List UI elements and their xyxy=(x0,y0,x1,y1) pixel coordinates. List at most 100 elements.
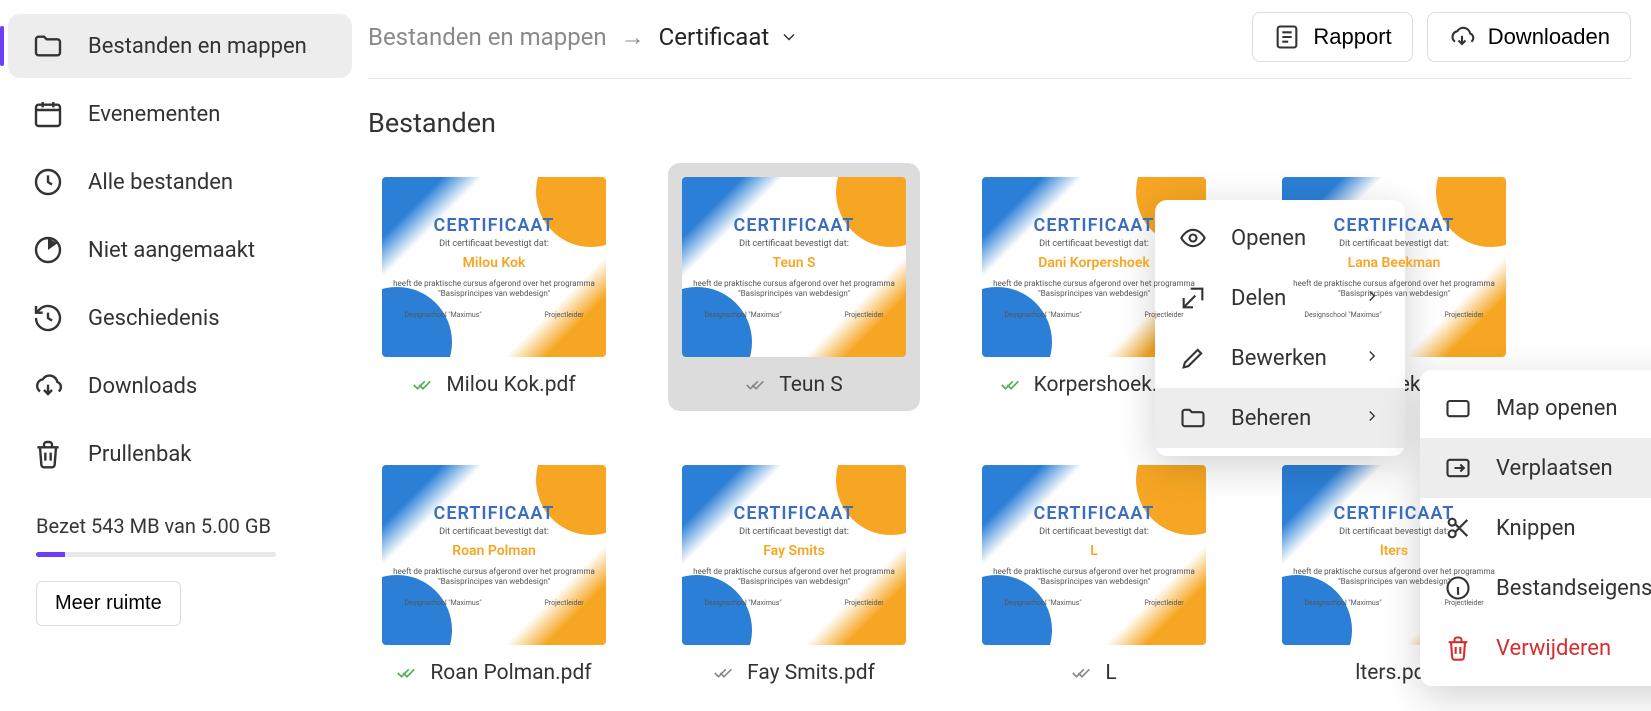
thumb-desc: heeft de praktische cursus afgerond over… xyxy=(1293,567,1495,586)
thumb-foot: Designschool "Maximus"Projectleider xyxy=(1004,599,1183,607)
thumb-desc: heeft de praktische cursus afgerond over… xyxy=(1293,279,1495,298)
sidebar-item-trash[interactable]: Prullenbak xyxy=(8,422,352,486)
thumb-sub: Dit certificaat bevestigt dat: xyxy=(1039,239,1149,249)
sidebar-item-label: Bestanden en mappen xyxy=(88,34,307,59)
context-menu-item-knippen[interactable]: Knippen xyxy=(1420,498,1651,558)
thumb-desc: heeft de praktische cursus afgerond over… xyxy=(393,279,595,298)
thumb-foot: Designschool "Maximus"Projectleider xyxy=(404,599,583,607)
context-menu-item-map-openen[interactable]: Map openen xyxy=(1420,378,1651,438)
breadcrumb-current[interactable]: Certificaat xyxy=(659,23,800,51)
context-menu-label: Openen xyxy=(1231,226,1306,251)
file-card[interactable]: CERTIFICAATDit certificaat bevestigt dat… xyxy=(368,163,620,411)
file-thumbnail: CERTIFICAATDit certificaat bevestigt dat… xyxy=(982,465,1206,645)
eye-icon xyxy=(1179,224,1207,252)
file-card[interactable]: CERTIFICAAT Dit certificaat bevestigt dat… xyxy=(668,451,920,699)
file-name: Teun S xyxy=(779,373,843,397)
check-double-icon xyxy=(1000,374,1022,396)
clock-icon xyxy=(32,166,64,198)
sidebar: Bestanden en mappen Evenementen Alle bes… xyxy=(0,0,360,711)
thumb-title: CERTIFICAAT xyxy=(434,503,555,524)
context-menu-item-bewerken[interactable]: Bewerken xyxy=(1155,328,1405,388)
thumb-foot: Designschool "Maximus"Projectleider xyxy=(704,311,883,319)
sidebar-item-label: Downloads xyxy=(88,374,197,399)
main-area: Bestanden en mappen → Certificaat Rappor… xyxy=(360,0,1651,711)
file-card[interactable]: CERTIFICAATDit certificaat bevestigt dat… xyxy=(668,163,920,411)
file-card[interactable]: CERTIFICAAT Dit certificaat bevestigt dat… xyxy=(368,451,620,699)
context-menu-item-verwijderen[interactable]: Verwijderen xyxy=(1420,618,1651,678)
thumb-desc: heeft de praktische cursus afgerond over… xyxy=(993,279,1195,298)
file-thumbnail: CERTIFICAATDit certificaat bevestigt dat… xyxy=(382,177,606,357)
thumb-sub: Dit certificaat bevestigt dat: xyxy=(1339,527,1449,537)
thumb-title: CERTIFICAAT xyxy=(1034,215,1155,236)
download-cloud-icon xyxy=(32,370,64,402)
context-menu-label: Knippen xyxy=(1496,516,1576,541)
breadcrumb-root[interactable]: Bestanden en mappen xyxy=(368,23,607,51)
check-double-icon xyxy=(713,662,735,684)
pencil-icon xyxy=(1179,344,1207,372)
context-submenu: Map openenVerplaatsenKnippenBestandseige… xyxy=(1420,370,1651,686)
storage-indicator: Bezet 543 MB van 5.00 GB xyxy=(36,514,336,557)
chevron-right-icon xyxy=(1363,406,1381,431)
thumb-foot: Designschool "Maximus"Projectleider xyxy=(1304,599,1483,607)
thumb-person: Teun S xyxy=(772,255,815,271)
file-name: Roan Polman.pdf xyxy=(430,661,591,685)
file-label: Fay Smits.pdf xyxy=(682,661,906,685)
sidebar-item-files-folders[interactable]: Bestanden en mappen xyxy=(8,14,352,78)
download-icon xyxy=(1448,23,1476,51)
sidebar-item-downloads[interactable]: Downloads xyxy=(8,354,352,418)
file-name: Milou Kok.pdf xyxy=(446,373,575,397)
sidebar-item-label: Evenementen xyxy=(88,102,220,127)
file-thumbnail: CERTIFICAATDit certificaat bevestigt dat… xyxy=(682,177,906,357)
pie-icon xyxy=(32,234,64,266)
file-card[interactable]: CERTIFICAATDit certificaat bevestigt dat… xyxy=(968,451,1220,699)
thumb-desc: heeft de praktische cursus afgerond over… xyxy=(693,567,895,586)
breadcrumb: Bestanden en mappen → Certificaat xyxy=(368,23,799,52)
topbar: Bestanden en mappen → Certificaat Rappor… xyxy=(368,12,1631,79)
context-menu-item-verplaatsen[interactable]: Verplaatsen xyxy=(1420,438,1651,498)
thumb-desc: heeft de praktische cursus afgerond over… xyxy=(993,567,1195,586)
file-thumbnail: CERTIFICAAT Dit certificaat bevestigt dat… xyxy=(682,465,906,645)
context-menu-label: Verplaatsen xyxy=(1496,456,1613,481)
storage-text: Bezet 543 MB van 5.00 GB xyxy=(36,514,336,538)
thumb-sub: Dit certificaat bevestigt dat: xyxy=(1039,527,1149,537)
thumb-person: Milou Kok xyxy=(463,255,526,271)
report-icon xyxy=(1273,23,1301,51)
context-menu-item-beheren[interactable]: Beheren xyxy=(1155,388,1405,448)
file-label: Milou Kok.pdf xyxy=(382,373,606,397)
thumb-person: Fay Smits xyxy=(763,543,825,559)
trash-icon xyxy=(1444,634,1472,662)
folder-icon xyxy=(1179,404,1207,432)
chevron-right-icon xyxy=(1363,346,1381,371)
sidebar-item-events[interactable]: Evenementen xyxy=(8,82,352,146)
sidebar-item-not-created[interactable]: Niet aangemaakt xyxy=(8,218,352,282)
check-double-icon xyxy=(745,374,767,396)
context-menu-label: Bewerken xyxy=(1231,346,1327,371)
thumb-person: Dani Korpershoek xyxy=(1038,255,1150,271)
section-title: Bestanden xyxy=(368,107,1631,139)
storage-bar xyxy=(36,552,276,557)
file-name: Fay Smits.pdf xyxy=(747,661,875,685)
download-button[interactable]: Downloaden xyxy=(1427,12,1631,62)
thumb-desc: heeft de praktische cursus afgerond over… xyxy=(693,279,895,298)
more-space-button[interactable]: Meer ruimte xyxy=(36,581,181,626)
thumb-sub: Dit certificaat bevestigt dat: xyxy=(439,239,549,249)
thumb-sub: Dit certificaat bevestigt dat: xyxy=(439,527,549,537)
thumb-foot: Designschool "Maximus"Projectleider xyxy=(404,311,583,319)
trash-icon xyxy=(32,438,64,470)
check-double-icon xyxy=(1071,662,1093,684)
calendar-icon xyxy=(32,98,64,130)
thumb-desc: heeft de praktische cursus afgerond over… xyxy=(393,567,595,586)
report-button[interactable]: Rapport xyxy=(1252,12,1412,62)
thumb-sub: Dit certificaat bevestigt dat: xyxy=(739,239,849,249)
history-icon xyxy=(32,302,64,334)
thumb-person: Lana Beekman xyxy=(1348,255,1441,271)
thumb-title: CERTIFICAAT xyxy=(734,503,855,524)
thumb-foot: Designschool "Maximus"Projectleider xyxy=(1004,311,1183,319)
top-actions: Rapport Downloaden xyxy=(1252,12,1631,62)
file-label: Roan Polman.pdf xyxy=(382,661,606,685)
context-menu-label: Map openen xyxy=(1496,396,1618,421)
sidebar-item-history[interactable]: Geschiedenis xyxy=(8,286,352,350)
sidebar-item-all-files[interactable]: Alle bestanden xyxy=(8,150,352,214)
thumb-sub: Dit certificaat bevestigt dat: xyxy=(739,527,849,537)
thumb-person: L xyxy=(1090,543,1098,559)
